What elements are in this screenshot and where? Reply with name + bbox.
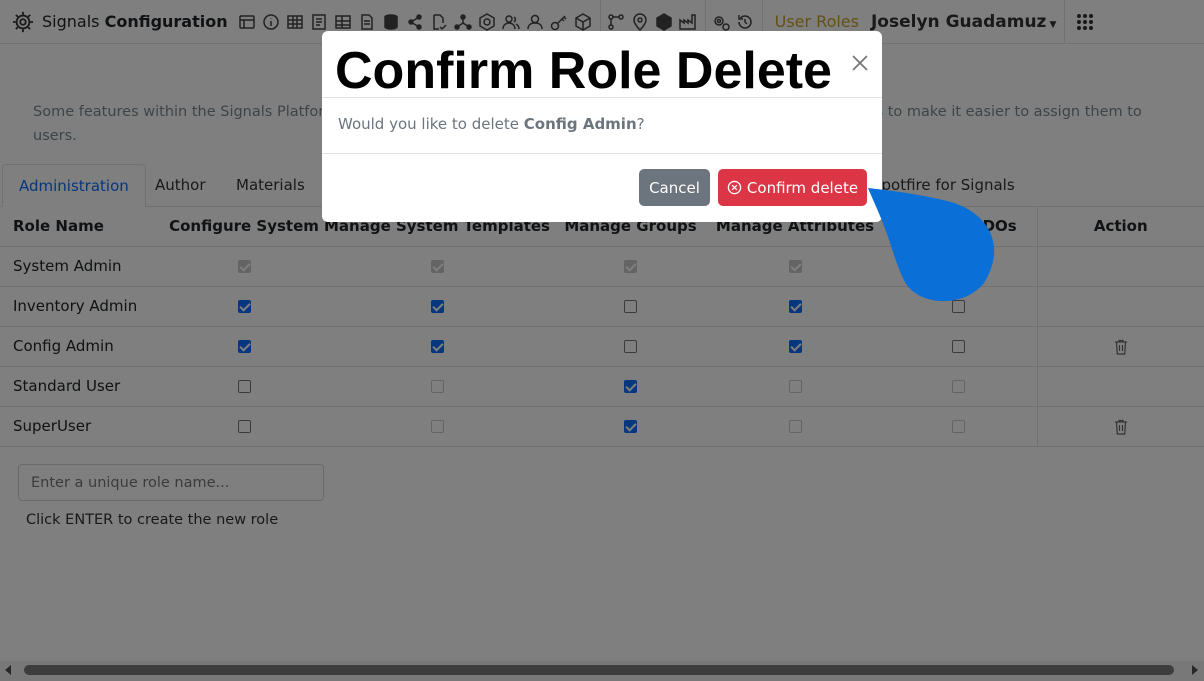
modal-title: Confirm Role Delete: [335, 42, 832, 100]
click-pointer-icon: [868, 188, 995, 302]
modal-role-name: Config Admin: [523, 115, 637, 133]
modal-header: Confirm Role Delete: [322, 31, 882, 100]
modal-body: Would you like to delete Config Admin?: [322, 98, 882, 154]
confirm-delete-dialog: Confirm Role Delete Would you like to de…: [322, 31, 882, 222]
modal-message-end: ?: [636, 115, 645, 133]
cancel-button[interactable]: Cancel: [639, 169, 710, 206]
confirm-delete-button[interactable]: Confirm delete: [718, 169, 867, 206]
close-icon[interactable]: [850, 53, 870, 73]
modal-message: Would you like to delete: [338, 115, 524, 133]
modal-footer: Cancel Confirm delete: [322, 154, 882, 221]
circle-x-icon: [727, 180, 742, 195]
confirm-delete-label: Confirm delete: [746, 178, 859, 197]
